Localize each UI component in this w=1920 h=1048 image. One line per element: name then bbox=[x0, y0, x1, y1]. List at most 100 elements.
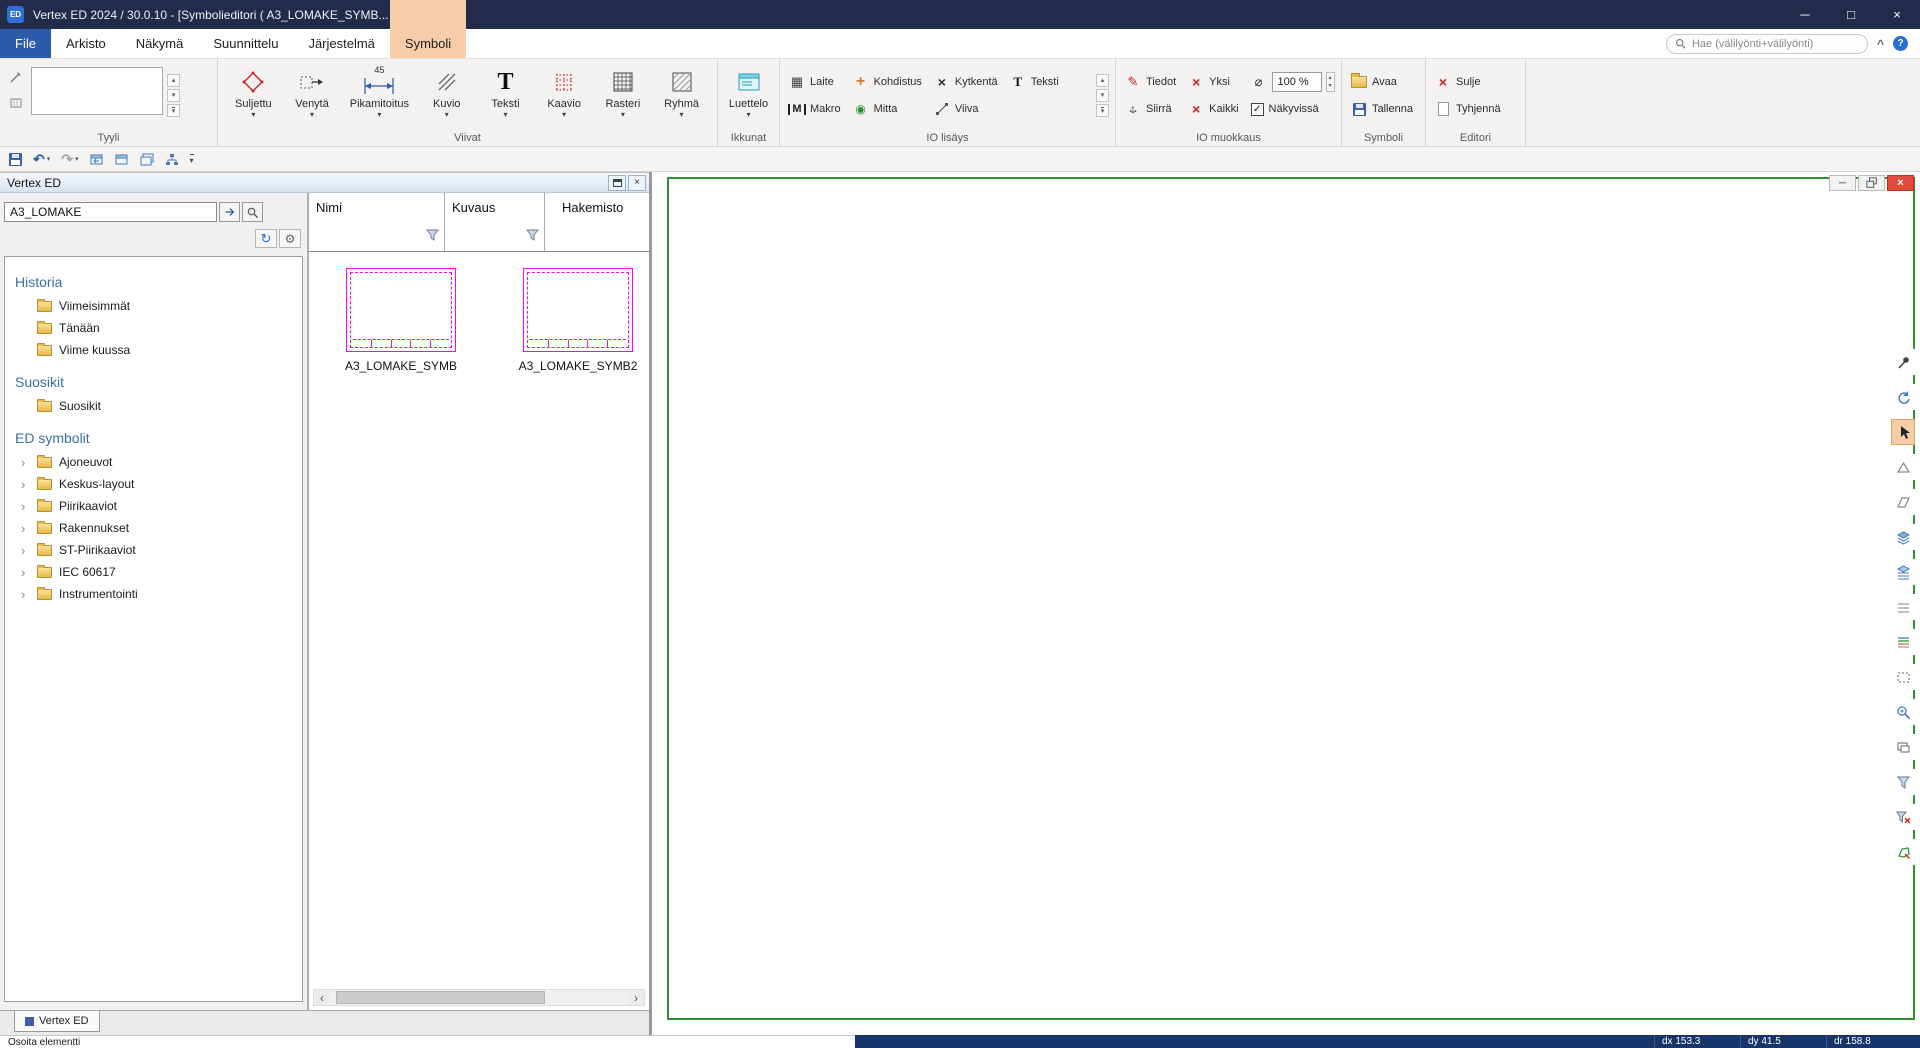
tree-item-tanaan[interactable]: Tänään bbox=[5, 317, 302, 339]
cascade-windows-button[interactable] bbox=[137, 149, 157, 169]
layers-tool-button[interactable] bbox=[1891, 524, 1915, 550]
dock-canvas-divider[interactable] bbox=[649, 172, 652, 1035]
window-back-button[interactable] bbox=[87, 149, 107, 169]
tiedot-button[interactable]: ✎ Tiedot bbox=[1122, 72, 1179, 92]
marquee-tool-button[interactable] bbox=[1891, 664, 1915, 690]
skew-tool-button[interactable] bbox=[1891, 489, 1915, 515]
kuvio-button[interactable]: Kuvio ▾ bbox=[423, 65, 471, 131]
siirra-button[interactable]: ↔↕ Siirrä bbox=[1122, 99, 1179, 119]
tree-item-suosikit[interactable]: Suosikit bbox=[5, 395, 302, 417]
scrollbar-track[interactable] bbox=[330, 990, 628, 1005]
dock-close-button[interactable]: × bbox=[628, 175, 646, 191]
tree-item-piirikaaviot[interactable]: ›Piirikaaviot bbox=[5, 495, 302, 517]
tree-item-viimeisimmat[interactable]: Viimeisimmät bbox=[5, 295, 302, 317]
redo-button[interactable]: ↷ ▾ bbox=[58, 149, 81, 169]
toolbar-overflow-button[interactable]: ▾ bbox=[187, 149, 197, 169]
expand-chevron-icon[interactable]: › bbox=[21, 478, 37, 491]
menu-item-arkisto[interactable]: Arkisto bbox=[51, 29, 121, 58]
yksi-button[interactable]: × Yksi bbox=[1185, 72, 1241, 92]
hierarchy-button[interactable] bbox=[162, 149, 182, 169]
redo-dropdown-icon[interactable]: ▾ bbox=[75, 155, 79, 163]
venyta-button[interactable]: Venytä ▾ bbox=[288, 65, 336, 131]
minimize-button[interactable]: ─ bbox=[1782, 0, 1828, 29]
sulje-button[interactable]: × Sulje bbox=[1432, 72, 1504, 92]
filter-remove-tool-button[interactable] bbox=[1891, 804, 1915, 830]
refresh-button[interactable]: ↻ bbox=[255, 229, 277, 248]
close-button[interactable]: × bbox=[1874, 0, 1920, 29]
document-minimize-button[interactable]: ─ bbox=[1829, 175, 1856, 191]
kohdistus-button[interactable]: + Kohdistus bbox=[850, 72, 925, 92]
symbol-card-a3-lomake-symb2[interactable]: A3_LOMAKE_SYMB2 bbox=[523, 268, 633, 373]
io-scroll-down-button[interactable]: ▾ bbox=[1096, 89, 1109, 102]
horizontal-scrollbar[interactable]: ‹ › bbox=[313, 989, 645, 1006]
help-button[interactable]: ? bbox=[1893, 36, 1908, 51]
tree-item-iec-60617[interactable]: ›IEC 60617 bbox=[5, 561, 302, 583]
expand-chevron-icon[interactable]: › bbox=[21, 566, 37, 579]
search-magnifier-button[interactable] bbox=[242, 202, 263, 222]
luettelo-button[interactable]: Luettelo ▾ bbox=[725, 65, 773, 131]
style-scroll-up-button[interactable]: ▴ bbox=[167, 74, 180, 87]
tyhjenna-button[interactable]: Tyhjennä bbox=[1432, 99, 1504, 119]
tree-item-viime-kuussa[interactable]: Viime kuussa bbox=[5, 339, 302, 361]
zoom-value[interactable]: 100 % bbox=[1272, 72, 1322, 92]
window-new-button[interactable] bbox=[112, 149, 132, 169]
dock-tab-vertex-ed[interactable]: Vertex ED bbox=[14, 1011, 100, 1032]
menu-item-symboli[interactable]: Symboli bbox=[390, 29, 466, 58]
tree-item-instrumentointi[interactable]: ›Instrumentointi bbox=[5, 583, 302, 605]
kaavio-button[interactable]: Kaavio ▾ bbox=[540, 65, 588, 131]
zoom-control[interactable]: ⌀ 100 % ▴▾ bbox=[1248, 72, 1338, 92]
scroll-left-button[interactable]: ‹ bbox=[314, 990, 330, 1005]
expand-chevron-icon[interactable]: › bbox=[21, 500, 37, 513]
expand-chevron-icon[interactable]: › bbox=[21, 544, 37, 557]
menu-item-file[interactable]: File bbox=[0, 29, 51, 58]
document-close-button[interactable]: × bbox=[1887, 175, 1914, 191]
zoom-tool-button[interactable] bbox=[1891, 699, 1915, 725]
menu-item-jarjestelma[interactable]: Järjestelmä bbox=[293, 29, 389, 58]
io-scroll-up-button[interactable]: ▴ bbox=[1096, 74, 1109, 87]
triangle-tool-button[interactable] bbox=[1891, 454, 1915, 480]
symbol-card-a3-lomake-symb[interactable]: A3_LOMAKE_SYMB bbox=[346, 268, 456, 373]
polygon-tool-button[interactable] bbox=[1891, 839, 1915, 865]
scroll-right-button[interactable]: › bbox=[628, 990, 644, 1005]
column-header-nimi[interactable]: Nimi bbox=[309, 193, 445, 251]
style-scroll-down-button[interactable]: ▾ bbox=[167, 89, 180, 102]
io-teksti-button[interactable]: T Teksti bbox=[1007, 72, 1062, 92]
symbol-search-input[interactable] bbox=[4, 202, 217, 222]
ribbon-search-input[interactable] bbox=[1692, 38, 1854, 50]
filter-kuvaus-button[interactable] bbox=[526, 228, 539, 246]
teksti-button[interactable]: T Teksti ▾ bbox=[481, 65, 529, 131]
menu-item-suunnittelu[interactable]: Suunnittelu bbox=[198, 29, 293, 58]
style-apply-button[interactable] bbox=[6, 93, 26, 113]
tree-item-ajoneuvot[interactable]: ›Ajoneuvot bbox=[5, 451, 302, 473]
select-tool-button[interactable] bbox=[1891, 419, 1915, 445]
lines-tool-button[interactable] bbox=[1891, 594, 1915, 620]
column-header-kuvaus[interactable]: Kuvaus bbox=[445, 193, 545, 251]
drawing-canvas[interactable]: ─ × bbox=[652, 172, 1920, 1035]
kaikki-button[interactable]: × Kaikki bbox=[1185, 99, 1241, 119]
menu-item-nakyma[interactable]: Näkymä bbox=[121, 29, 199, 58]
filter-nimi-button[interactable] bbox=[426, 228, 439, 246]
tree-item-rakennukset[interactable]: ›Rakennukset bbox=[5, 517, 302, 539]
pin-tool-button[interactable] bbox=[1891, 349, 1915, 375]
laite-button[interactable]: ▦ Laite bbox=[786, 72, 844, 92]
scrollbar-thumb[interactable] bbox=[336, 991, 545, 1004]
style-pick-button[interactable] bbox=[6, 67, 26, 87]
zoom-spinner-arrows[interactable]: ▴▾ bbox=[1326, 72, 1335, 92]
style-gallery-expand-button[interactable]: ▾ bbox=[167, 104, 180, 117]
document-restore-button[interactable] bbox=[1858, 175, 1885, 191]
collapse-ribbon-button[interactable]: ^ bbox=[1877, 37, 1884, 51]
style-preview-list[interactable] bbox=[31, 67, 163, 115]
search-go-button[interactable] bbox=[219, 202, 240, 222]
rotate-tool-button[interactable] bbox=[1891, 384, 1915, 410]
rasteri-button[interactable]: Rasteri ▾ bbox=[599, 65, 647, 131]
suljettu-button[interactable]: Suljettu ▾ bbox=[229, 65, 277, 131]
io-expand-button[interactable]: ▾ bbox=[1096, 104, 1109, 117]
expand-chevron-icon[interactable]: › bbox=[21, 456, 37, 469]
viiva-button[interactable]: Viiva bbox=[931, 99, 1001, 119]
maximize-button[interactable]: □ bbox=[1828, 0, 1874, 29]
settings-button[interactable]: ⚙ bbox=[279, 229, 301, 248]
filter-tool-button[interactable] bbox=[1891, 769, 1915, 795]
save-button[interactable] bbox=[6, 149, 25, 169]
copy-rect-tool-button[interactable] bbox=[1891, 734, 1915, 760]
multilines-tool-button[interactable] bbox=[1891, 629, 1915, 655]
